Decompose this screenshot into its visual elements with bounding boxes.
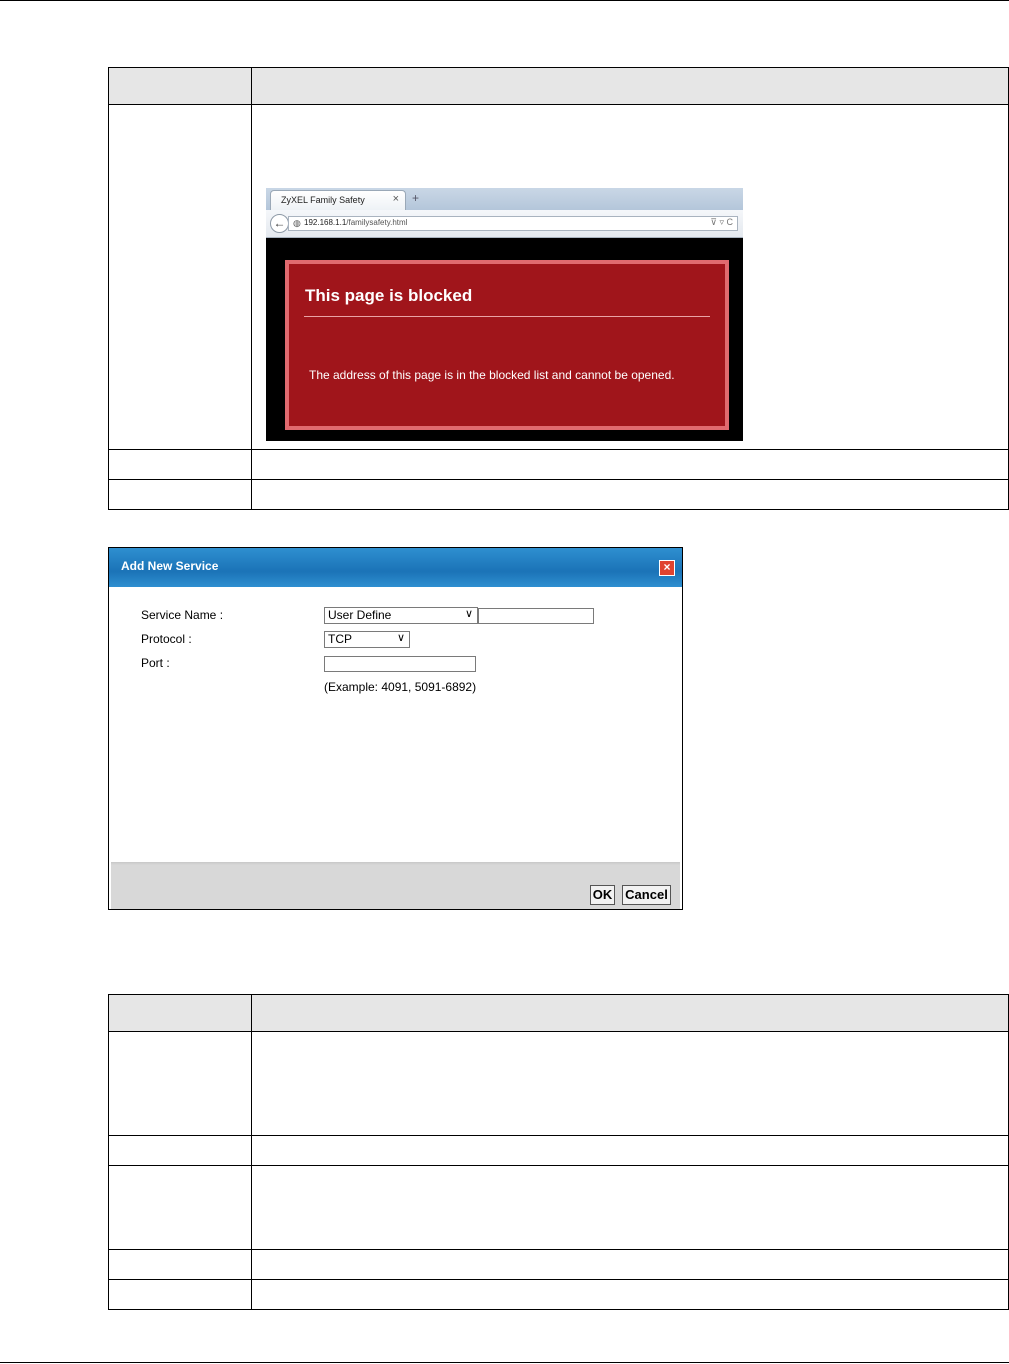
table-cell bbox=[251, 1031, 1009, 1136]
lower-table bbox=[108, 994, 1009, 1310]
table-cell bbox=[108, 1165, 252, 1250]
dialog-title-bar: Add New Service × bbox=[109, 548, 682, 587]
table-row bbox=[108, 1279, 1009, 1310]
divider bbox=[304, 316, 710, 317]
blocked-message: The address of this page is in the block… bbox=[309, 368, 675, 382]
globe-icon: ◍ bbox=[293, 218, 301, 228]
bottom-rule bbox=[0, 1362, 1009, 1363]
address-bar[interactable]: ◍ 192.168.1.1/familysafety.html ⊽ ▿ C bbox=[288, 216, 738, 231]
dialog-footer: OK Cancel bbox=[111, 862, 680, 909]
table-cell bbox=[108, 449, 252, 480]
table-cell bbox=[108, 1249, 252, 1280]
port-example-hint: (Example: 4091, 5091-6892) bbox=[324, 680, 477, 694]
table-cell bbox=[251, 1249, 1009, 1280]
table-header-row bbox=[108, 994, 1009, 1032]
table-cell bbox=[108, 104, 252, 450]
table-cell bbox=[251, 479, 1009, 510]
cancel-button[interactable]: Cancel bbox=[622, 885, 671, 905]
table-header-cell bbox=[108, 67, 252, 105]
table-header-cell bbox=[251, 994, 1009, 1032]
table-cell bbox=[251, 449, 1009, 480]
table-cell bbox=[251, 1279, 1009, 1310]
chevron-down-icon: ∨ bbox=[396, 632, 405, 644]
address-url: 192.168.1.1/familysafety.html bbox=[304, 218, 407, 227]
ok-button[interactable]: OK bbox=[590, 885, 615, 905]
table-row bbox=[108, 449, 1009, 480]
blocked-page-screenshot: ZyXEL Family Safety × + ← ◍ 192.168.1.1/… bbox=[266, 188, 743, 441]
blocked-message-panel: This page is blocked The address of this… bbox=[285, 260, 729, 430]
browser-tab[interactable]: ZyXEL Family Safety × bbox=[270, 190, 406, 210]
service-name-select[interactable]: User Define ∨ bbox=[324, 607, 478, 624]
browser-tab-bar: ZyXEL Family Safety × + bbox=[266, 188, 743, 210]
table-row bbox=[108, 1031, 1009, 1136]
address-path: /familysafety.html bbox=[346, 218, 408, 227]
table-cell bbox=[251, 1165, 1009, 1250]
blocked-title: This page is blocked bbox=[305, 286, 473, 305]
table-row bbox=[108, 1165, 1009, 1250]
add-new-service-dialog: Add New Service × Service Name : User De… bbox=[108, 547, 683, 910]
port-input[interactable] bbox=[324, 656, 476, 672]
reload-icon[interactable]: ⊽ ▿ C bbox=[710, 217, 733, 228]
address-host: 192.168.1.1 bbox=[304, 218, 347, 227]
table-row bbox=[108, 479, 1009, 510]
port-label: Port : bbox=[141, 656, 170, 670]
close-icon[interactable]: × bbox=[659, 560, 675, 576]
protocol-select[interactable]: TCP ∨ bbox=[324, 631, 410, 648]
close-tab-icon[interactable]: × bbox=[393, 193, 399, 205]
chevron-down-icon: ∨ bbox=[464, 608, 473, 620]
table-row bbox=[108, 1135, 1009, 1166]
table-header-cell bbox=[251, 67, 1009, 105]
table-header-cell bbox=[108, 994, 252, 1032]
browser-tab-title: ZyXEL Family Safety bbox=[281, 195, 365, 205]
service-name-selected: User Define bbox=[328, 608, 392, 622]
service-name-input[interactable] bbox=[478, 608, 594, 624]
table-cell bbox=[108, 479, 252, 510]
protocol-label: Protocol : bbox=[141, 632, 192, 646]
table-cell bbox=[108, 1279, 252, 1310]
service-name-label: Service Name : bbox=[141, 608, 224, 622]
table-cell bbox=[108, 1031, 252, 1136]
table-header-row bbox=[108, 67, 1009, 105]
browser-nav-bar: ← ◍ 192.168.1.1/familysafety.html ⊽ ▿ C bbox=[266, 210, 743, 238]
top-rule bbox=[0, 0, 1009, 1]
dialog-title: Add New Service bbox=[121, 559, 219, 573]
table-cell bbox=[108, 1135, 252, 1166]
back-arrow-icon[interactable]: ← bbox=[270, 214, 289, 233]
protocol-selected: TCP bbox=[328, 632, 352, 646]
table-cell bbox=[251, 1135, 1009, 1166]
table-row bbox=[108, 1249, 1009, 1280]
new-tab-icon[interactable]: + bbox=[412, 191, 419, 205]
